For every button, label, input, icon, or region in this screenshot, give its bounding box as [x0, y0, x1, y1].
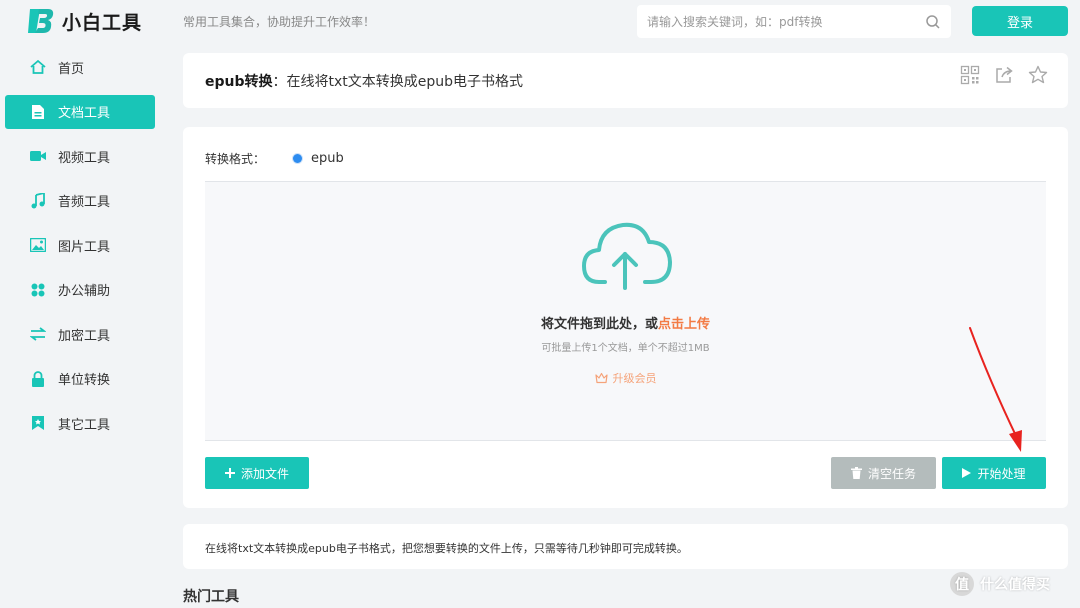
star-icon[interactable]	[1028, 65, 1048, 85]
plus-icon	[224, 468, 235, 478]
watermark-logo-icon: 值	[950, 572, 974, 596]
page-title-description: ：在线将txt文本转换成epub电子书格式	[272, 74, 524, 90]
click-upload-link[interactable]: 点击上传	[658, 317, 710, 332]
format-option-label[interactable]: epub	[311, 151, 344, 166]
logo-icon	[28, 9, 54, 33]
title-actions	[960, 65, 1048, 85]
sidebar-item-video-tools[interactable]: 视频工具	[5, 139, 155, 173]
sidebar-item-label: 文档工具	[58, 106, 111, 121]
sidebar-item-unit-conversion[interactable]: 单位转换	[5, 362, 155, 396]
play-icon	[962, 468, 972, 478]
start-processing-button[interactable]: 开始处理	[942, 457, 1046, 489]
title-card: epub转换：在线将txt文本转换成epub电子书格式	[183, 53, 1068, 108]
format-label: 转换格式：	[205, 152, 266, 166]
sidebar-item-label: 单位转换	[58, 373, 111, 388]
brand-name: 小白工具	[62, 11, 143, 34]
info-card: 在线将txt文本转换成epub电子书格式，把您想要转换的文件上传，只需等待几秒钟…	[183, 524, 1068, 569]
search-box	[637, 5, 951, 38]
sidebar-item-label: 视频工具	[58, 150, 111, 166]
watermark-text: 什么值得买	[980, 577, 1050, 593]
drop-instruction: 将文件拖到此处，或点击上传	[205, 313, 1046, 332]
video-icon	[29, 148, 46, 165]
sidebar-item-label: 办公辅助	[58, 284, 111, 299]
format-radio-epub[interactable]	[293, 154, 303, 163]
swap-icon	[29, 326, 46, 343]
hot-tools-heading: 热门工具	[183, 589, 239, 605]
qrcode-icon[interactable]	[960, 65, 980, 85]
search-input[interactable]	[647, 14, 925, 29]
login-button[interactable]: 登录	[972, 6, 1068, 36]
page-title: epub转换：在线将txt文本转换成epub电子书格式	[205, 71, 523, 91]
image-icon	[29, 237, 46, 254]
slogan: 常用工具集合，协助提升工作效率！	[183, 15, 376, 29]
upgrade-label: 升级会员	[612, 372, 657, 385]
sidebar-item-audio-tools[interactable]: 音频工具	[5, 184, 155, 218]
lock-icon	[29, 370, 46, 387]
share-icon[interactable]	[994, 65, 1014, 85]
converter-card: 转换格式： epub 将文件拖到此处，或点击上传 可批量上传1个文档，单个不超过…	[183, 127, 1068, 508]
home-icon	[29, 59, 46, 76]
sidebar-item-office[interactable]: 办公辅助	[5, 273, 155, 307]
watermark: 值 什么值得买	[950, 572, 1050, 596]
sidebar-item-label: 图片工具	[58, 239, 111, 255]
cloud-upload-icon	[582, 222, 672, 290]
upgrade-member-link[interactable]: 升级会员	[205, 370, 1046, 386]
add-file-button[interactable]: 添加文件	[205, 457, 309, 489]
drop-text: 将文件拖到此处，或	[540, 317, 658, 332]
add-file-label: 添加文件	[240, 466, 289, 481]
format-row: 转换格式： epub	[205, 150, 344, 167]
sidebar-item-encryption[interactable]: 加密工具	[5, 317, 155, 351]
bookmark-icon	[29, 415, 46, 432]
document-icon	[29, 103, 46, 120]
page-title-tool: epub转换	[205, 74, 273, 90]
trash-icon	[850, 467, 862, 479]
sidebar-item-label: 其它工具	[58, 417, 111, 433]
info-text: 在线将txt文本转换成epub电子书格式，把您想要转换的文件上传，只需等待几秒钟…	[205, 542, 688, 555]
clear-tasks-button[interactable]: 清空任务	[831, 457, 936, 489]
sidebar: 首页 文档工具 视频工具 音频工具 图片工具 办公辅助 加密工具 单位转换 其它…	[5, 50, 155, 451]
sidebar-item-image-tools[interactable]: 图片工具	[5, 228, 155, 262]
start-processing-label: 开始处理	[977, 466, 1026, 481]
crown-icon	[594, 372, 608, 384]
sidebar-item-other-tools[interactable]: 其它工具	[5, 406, 155, 440]
upload-limit-note: 可批量上传1个文档，单个不超过1MB	[541, 343, 710, 354]
search-icon[interactable]	[925, 14, 941, 30]
sidebar-item-label: 加密工具	[58, 328, 111, 344]
upload-drop-zone[interactable]: 将文件拖到此处，或点击上传 可批量上传1个文档，单个不超过1MB 升级会员	[205, 181, 1046, 441]
brand-logo[interactable]: 小白工具	[26, 6, 142, 36]
sidebar-item-home[interactable]: 首页	[5, 50, 155, 84]
music-icon	[29, 192, 46, 209]
clear-tasks-label: 清空任务	[867, 466, 916, 481]
sidebar-item-label: 首页	[58, 61, 85, 77]
sidebar-item-label: 音频工具	[58, 195, 111, 210]
sidebar-item-document-tools[interactable]: 文档工具	[5, 94, 155, 129]
apps-icon	[29, 281, 46, 298]
